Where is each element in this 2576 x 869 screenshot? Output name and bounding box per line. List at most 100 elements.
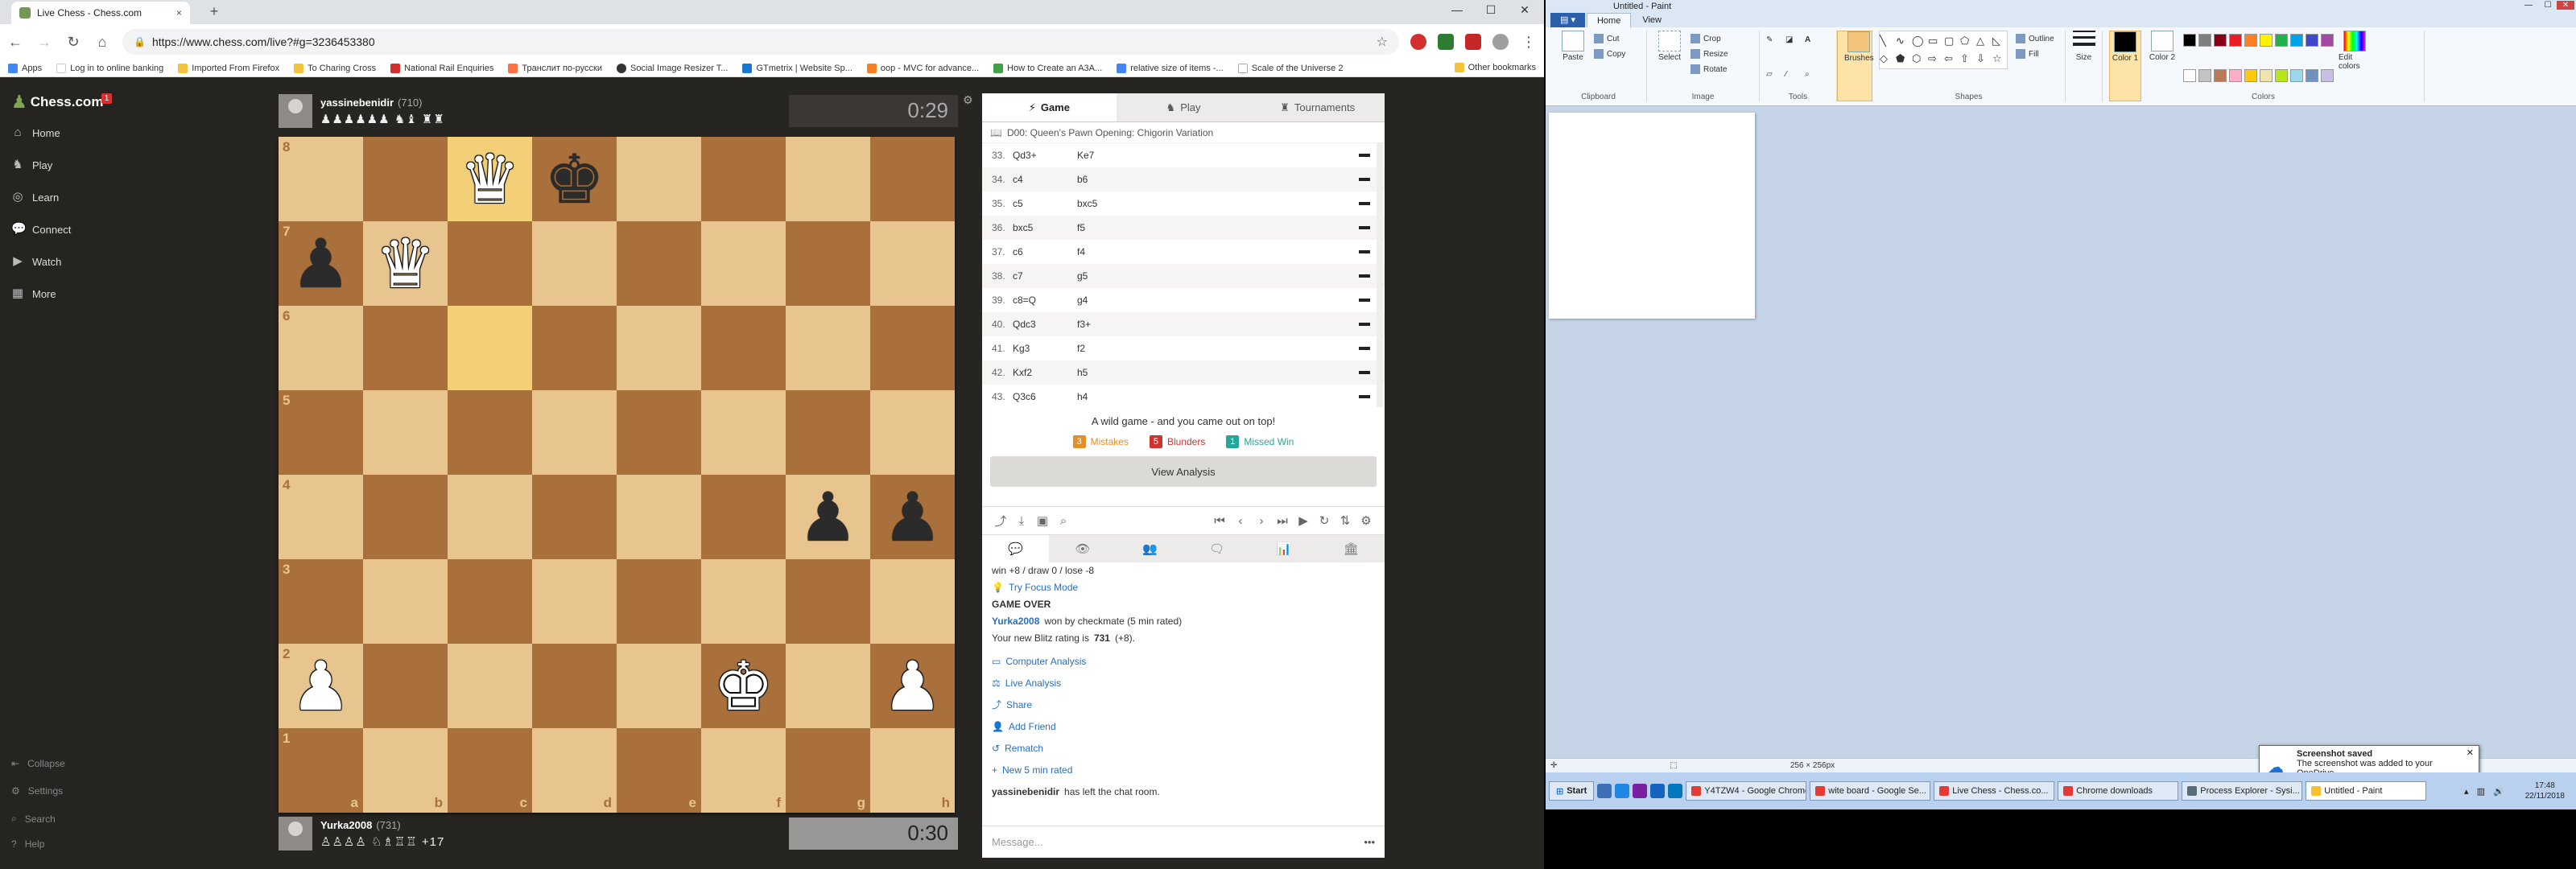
maximize-icon[interactable]: ☐ [2539, 1, 2557, 10]
chat-link-row[interactable]: 👤 Add Friend [992, 719, 1375, 735]
white-king-piece[interactable]: ♚ [713, 653, 774, 720]
white-pawn-piece[interactable]: ♟ [882, 653, 943, 720]
move-list[interactable]: 33. Qd3+ Ke7 34. c4 b6 35. c5 bxc5 36. bxc5 f5 37. c6… [982, 143, 1385, 407]
players-tab-icon[interactable]: 👥 [1117, 535, 1183, 562]
square-h4[interactable]: ♟ [870, 475, 955, 559]
square-f4[interactable] [701, 475, 786, 559]
right-triangle-shape-icon[interactable]: ◺ [1992, 35, 2007, 51]
prev-move-icon[interactable]: ‹ [1230, 514, 1251, 528]
color-swatch[interactable] [2275, 34, 2288, 47]
size-button[interactable]: Size [2066, 31, 2103, 101]
black-move[interactable]: h4 [1077, 391, 1174, 402]
resize-button[interactable]: Resize [1690, 47, 1728, 60]
white-move[interactable]: c4 [1013, 174, 1077, 185]
square-f3[interactable] [701, 559, 786, 644]
maximize-icon[interactable]: ☐ [1475, 3, 1507, 17]
white-move[interactable]: c5 [1013, 198, 1077, 209]
square-b2[interactable] [363, 644, 448, 728]
white-move[interactable]: c6 [1013, 246, 1077, 257]
bookmark-item[interactable]: GTmetrix | Website Sp... [742, 63, 852, 73]
tab-home[interactable]: Home [1586, 13, 1632, 27]
nav-search[interactable]: ⌕ Search [11, 813, 56, 825]
square-a1[interactable]: 1a [279, 728, 363, 813]
arrow-down-shape-icon[interactable]: ⇩ [1976, 52, 1991, 68]
square-h6[interactable] [870, 306, 955, 390]
move-row[interactable]: 42. Kxf2 h5 [982, 360, 1385, 385]
move-row[interactable]: 35. c5 bxc5 [982, 192, 1385, 216]
square-b5[interactable] [363, 390, 448, 475]
chesscom-logo[interactable]: ♟ Chess.com [11, 92, 103, 113]
square-h1[interactable]: h [870, 728, 955, 813]
move-row[interactable]: 39. c8=Q g4 [982, 288, 1385, 312]
square-c4[interactable] [448, 475, 532, 559]
square-h7[interactable] [870, 221, 955, 306]
chat-link-row[interactable]: + New 5 min rated [992, 762, 1375, 779]
oval-shape-icon[interactable]: ◯ [1912, 35, 1926, 51]
move-row[interactable]: 43. Q3c6 h4 [982, 385, 1385, 407]
rectangle-shape-icon[interactable]: ▭ [1928, 35, 1942, 51]
nav-learn[interactable]: ◎ Learn [11, 187, 59, 208]
white-move[interactable]: Kg3 [1013, 343, 1077, 354]
top-player-name[interactable]: yassinebenidir [320, 97, 394, 109]
pencil-icon[interactable]: ✎ [1766, 35, 1782, 67]
black-move[interactable]: f2 [1077, 343, 1174, 354]
home-icon[interactable]: ⌂ [93, 34, 111, 51]
white-move[interactable]: Qd3+ [1013, 150, 1077, 161]
bookmark-item[interactable]: Log in to online banking [56, 63, 163, 73]
stat-mistakes[interactable]: 3 Mistakes [1072, 435, 1129, 448]
black-pawn-piece[interactable]: ♟ [291, 230, 351, 298]
square-e1[interactable]: e [617, 728, 701, 813]
square-e3[interactable] [617, 559, 701, 644]
square-d1[interactable]: d [532, 728, 617, 813]
square-f5[interactable] [701, 390, 786, 475]
square-c5[interactable] [448, 390, 532, 475]
tab-close-icon[interactable]: × [176, 7, 182, 19]
square-b4[interactable] [363, 475, 448, 559]
bottom-player-name[interactable]: Yurka2008 [320, 819, 372, 831]
square-h8[interactable] [870, 137, 955, 221]
square-a4[interactable]: 4 [279, 475, 363, 559]
color-swatch[interactable] [2306, 34, 2318, 47]
show-desktop-icon[interactable] [1597, 784, 1612, 798]
fill-bucket-icon[interactable]: ◪ [1785, 35, 1802, 67]
triangle-shape-icon[interactable]: △ [1976, 35, 1991, 51]
star-shape-icon[interactable]: ☆ [1992, 52, 2007, 68]
color-swatch[interactable] [2214, 68, 2227, 82]
spectate-tab-icon[interactable]: 👁 [1049, 535, 1116, 562]
paint-canvas[interactable] [1549, 113, 1755, 319]
square-g5[interactable] [786, 390, 870, 475]
copy-button[interactable]: Copy [1594, 47, 1625, 60]
arrow-up-shape-icon[interactable]: ⇧ [1960, 52, 1975, 68]
square-b8[interactable] [363, 137, 448, 221]
white-pawn-piece[interactable]: ♟ [291, 653, 351, 720]
square-d5[interactable] [532, 390, 617, 475]
square-h5[interactable] [870, 390, 955, 475]
polygon-shape-icon[interactable]: ⬠ [1960, 35, 1975, 51]
reload-icon[interactable]: ↻ [64, 34, 82, 51]
skype-icon[interactable] [1668, 784, 1683, 798]
close-window-icon[interactable]: ✕ [2557, 1, 2574, 10]
notification-badge[interactable]: 1 [101, 93, 112, 104]
square-f1[interactable]: f [701, 728, 786, 813]
start-button[interactable]: ⊞ Start [1549, 781, 1595, 801]
move-row[interactable]: 38. c7 g5 [982, 264, 1385, 288]
move-list-scrollbar[interactable] [1377, 143, 1383, 407]
tab-game[interactable]: ⚡ Game [982, 93, 1117, 121]
white-move[interactable]: Kxf2 [1013, 367, 1077, 378]
white-move[interactable]: Q3c6 [1013, 391, 1077, 402]
move-row[interactable]: 37. c6 f4 [982, 240, 1385, 264]
white-move[interactable]: Qdc3 [1013, 319, 1077, 330]
share-icon[interactable]: ⤴ [990, 513, 1011, 529]
flip-board-icon[interactable]: ⇅ [1335, 513, 1356, 528]
chess-board[interactable]: 8 ♛ ♚ 7 ♟ ♛ 6 5 4 ♟ ♟ 3 2 ♟ ♚ ♟ 1 a b c d e f g h [279, 137, 955, 813]
browser-tab-active[interactable]: Live Chess - Chess.com × [11, 2, 190, 24]
screenshot-icon[interactable]: ▣ [1032, 513, 1053, 528]
file-menu-button[interactable]: ▤ ▾ [1550, 13, 1585, 27]
black-move[interactable]: h5 [1077, 367, 1174, 378]
square-g2[interactable] [786, 644, 870, 728]
download-icon[interactable]: ⤓ [1011, 514, 1032, 528]
taskbar-button[interactable]: Process Explorer - Sysi... [2182, 781, 2303, 801]
arrow-right-shape-icon[interactable]: ⇨ [1928, 52, 1942, 68]
square-f7[interactable] [701, 221, 786, 306]
address-bar[interactable]: 🔒 https://www.chess.com/live?#g=32364533… [122, 29, 1399, 55]
